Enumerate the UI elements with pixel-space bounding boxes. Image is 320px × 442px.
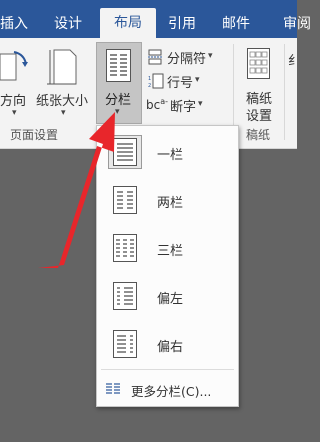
menu-item-three-columns[interactable]: 三栏 bbox=[97, 226, 238, 272]
breaks-label: 分隔符 bbox=[167, 52, 207, 67]
hyphenation-button[interactable]: bca- 断字 ▾ bbox=[146, 95, 216, 115]
hyphenation-icon: bca- bbox=[146, 97, 168, 112]
tab-insert[interactable]: 插入 bbox=[0, 10, 34, 38]
orientation-label: 方向 bbox=[0, 94, 27, 109]
menu-divider bbox=[101, 369, 234, 370]
paper-size-dropdown-arrow: ▾ bbox=[61, 108, 66, 118]
breaks-dropdown-arrow: ▾ bbox=[208, 51, 213, 61]
tab-layout[interactable]: 布局 bbox=[100, 8, 156, 38]
one-column-icon bbox=[108, 135, 142, 169]
left-column-icon bbox=[113, 282, 137, 310]
menu-item-two-columns[interactable]: 两栏 bbox=[97, 178, 238, 224]
menu-item-label: 两栏 bbox=[157, 196, 184, 211]
menu-item-right[interactable]: 偏右 bbox=[97, 322, 238, 368]
columns-icon bbox=[106, 49, 131, 82]
menu-item-one-column[interactable]: 一栏 bbox=[97, 130, 238, 176]
ribbon-tab-bar: 插入 设计 布局 引用 邮件 审阅 bbox=[0, 0, 311, 38]
orientation-dropdown-arrow: ▾ bbox=[12, 108, 17, 118]
paper-size-button[interactable]: 纸张大小 ▾ bbox=[36, 42, 94, 124]
paper-size-label: 纸张大小 bbox=[36, 94, 89, 109]
columns-button[interactable]: 分栏 ▾ bbox=[96, 42, 142, 124]
draft-paper-label-line2: 设置 bbox=[246, 109, 273, 124]
svg-text:1: 1 bbox=[148, 76, 151, 82]
right-column-icon bbox=[113, 330, 137, 358]
tab-design[interactable]: 设计 bbox=[54, 10, 88, 38]
tab-mailings[interactable]: 邮件 bbox=[222, 10, 256, 38]
breaks-icon bbox=[148, 49, 162, 65]
tab-review[interactable]: 审阅 bbox=[283, 10, 313, 38]
menu-item-label: 一栏 bbox=[157, 148, 184, 163]
svg-text:2: 2 bbox=[148, 83, 151, 89]
page-setup-group-label: 页面设置 bbox=[10, 128, 59, 142]
hyphenation-icon-sup: a- bbox=[160, 97, 169, 106]
orientation-button[interactable]: 方向 ▾ bbox=[0, 42, 34, 124]
two-columns-icon bbox=[113, 186, 137, 214]
menu-item-label: 偏左 bbox=[157, 292, 184, 307]
columns-label: 分栏 bbox=[105, 93, 132, 108]
hyphenation-dropdown-arrow: ▾ bbox=[198, 99, 203, 109]
menu-item-left[interactable]: 偏左 bbox=[97, 274, 238, 320]
columns-dropdown-arrow: ▾ bbox=[115, 107, 120, 117]
more-columns-icon bbox=[106, 383, 120, 394]
line-numbers-icon: 1 2 bbox=[148, 73, 164, 89]
more-columns-menu-item[interactable]: 更多分栏(C)... bbox=[97, 374, 238, 404]
draft-group-label: 稿纸 bbox=[246, 128, 271, 142]
draft-paper-settings-button[interactable]: 稿纸 设置 bbox=[240, 42, 280, 124]
paper-size-icon bbox=[47, 49, 77, 85]
group-divider bbox=[284, 44, 285, 140]
hyphenation-icon-text: bc bbox=[146, 98, 161, 112]
breaks-button[interactable]: 分隔符 ▾ bbox=[146, 47, 226, 67]
line-numbers-dropdown-arrow: ▾ bbox=[195, 75, 200, 85]
orientation-icon bbox=[0, 51, 28, 81]
hyphenation-label: 断字 bbox=[170, 100, 197, 115]
more-columns-label: 更多分栏(C)... bbox=[131, 384, 212, 399]
menu-item-label: 偏右 bbox=[157, 340, 184, 355]
line-numbers-button[interactable]: 1 2 行号 ▾ bbox=[146, 71, 216, 91]
menu-item-label: 三栏 bbox=[157, 244, 184, 259]
draft-paper-icon bbox=[247, 48, 270, 79]
three-columns-icon bbox=[113, 234, 137, 262]
tab-references[interactable]: 引用 bbox=[168, 10, 202, 38]
ribbon-right-edge-text: 纟 bbox=[288, 54, 302, 69]
columns-dropdown-menu: 一栏 两栏 三栏 偏左 偏右 更多分栏(C)... bbox=[96, 125, 239, 407]
line-numbers-label: 行号 bbox=[167, 76, 194, 91]
